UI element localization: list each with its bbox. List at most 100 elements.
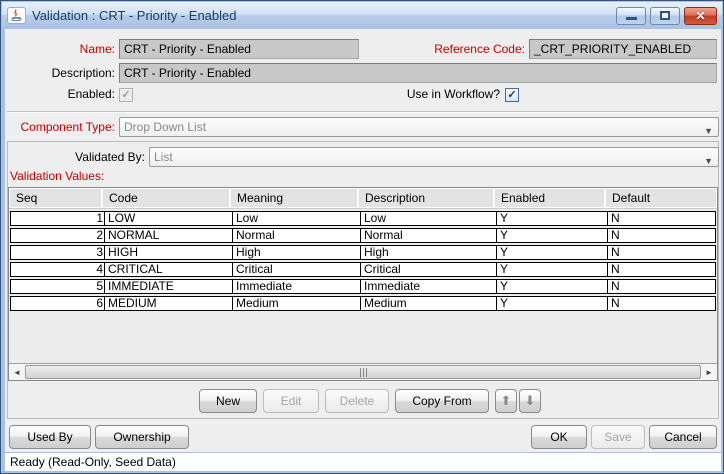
component-type-value: Drop Down List bbox=[124, 120, 206, 134]
enabled-label: Enabled: bbox=[5, 86, 115, 102]
table-row[interactable]: 1LOWLowLowYN bbox=[10, 211, 716, 226]
table-cell: Immediate bbox=[232, 280, 360, 293]
used-by-button[interactable]: Used By bbox=[9, 425, 91, 449]
table-cell: HIGH bbox=[104, 246, 232, 259]
column-header-meaning[interactable]: Meaning bbox=[231, 189, 357, 207]
maximize-button[interactable] bbox=[650, 7, 680, 25]
check-icon: ✓ bbox=[121, 89, 130, 101]
table-cell: Medium bbox=[232, 297, 360, 310]
enabled-checkbox: ✓ bbox=[119, 88, 133, 102]
table-row[interactable]: 3HIGHHighHighYN bbox=[10, 245, 716, 260]
reference-code-field: _CRT_PRIORITY_ENABLED bbox=[529, 39, 717, 59]
description-label: Description: bbox=[5, 63, 115, 83]
grip-icon bbox=[363, 368, 364, 377]
table-cell: CRITICAL bbox=[104, 263, 232, 276]
table-cell: N bbox=[607, 246, 715, 259]
arrow-down-icon: ⬇ bbox=[525, 393, 536, 408]
column-header-enabled[interactable]: Enabled bbox=[495, 189, 604, 207]
validation-dialog: Validation : CRT - Priority - Enabled ✕ … bbox=[0, 0, 724, 474]
status-bar: Ready (Read-Only, Seed Data) bbox=[5, 452, 721, 471]
table-cell: Normal bbox=[232, 229, 360, 242]
use-in-workflow-label: Use in Workflow? bbox=[315, 86, 500, 102]
table-cell: Immediate bbox=[360, 280, 496, 293]
table-row[interactable]: 6MEDIUMMediumMediumYN bbox=[10, 296, 716, 311]
table-cell: High bbox=[360, 246, 496, 259]
table-cell: Normal bbox=[360, 229, 496, 242]
chevron-down-icon: ▼ bbox=[704, 152, 713, 167]
table-body: 1LOWLowLowYN2NORMALNormalNormalYN3HIGHHi… bbox=[9, 209, 717, 363]
horizontal-scrollbar[interactable]: ◄ ► bbox=[9, 363, 717, 380]
scroll-right-icon: ► bbox=[705, 368, 713, 377]
validated-by-label: Validated By: bbox=[5, 147, 145, 167]
column-header-code[interactable]: Code bbox=[103, 189, 229, 207]
ownership-button[interactable]: Ownership bbox=[95, 425, 189, 449]
table-cell: Y bbox=[496, 280, 607, 293]
maximize-icon bbox=[660, 11, 670, 20]
table-cell: N bbox=[607, 280, 715, 293]
new-button[interactable]: New bbox=[199, 389, 257, 413]
arrow-up-icon: ⬆ bbox=[501, 393, 512, 408]
component-type-dropdown: Drop Down List ▼ bbox=[119, 117, 719, 137]
separator bbox=[7, 111, 719, 113]
table-cell: Critical bbox=[360, 263, 496, 276]
table-cell: Critical bbox=[232, 263, 360, 276]
window-title: Validation : CRT - Priority - Enabled bbox=[32, 8, 236, 23]
use-in-workflow-checkbox[interactable]: ✓ bbox=[505, 88, 519, 102]
move-up-button[interactable]: ⬆ bbox=[495, 389, 517, 413]
column-header-description[interactable]: Description bbox=[359, 189, 493, 207]
chevron-down-icon: ▼ bbox=[704, 122, 713, 137]
validated-by-value: List bbox=[154, 150, 173, 164]
edit-button: Edit bbox=[263, 389, 319, 413]
table-cell: N bbox=[607, 229, 715, 242]
column-header-seq[interactable]: Seq bbox=[10, 189, 101, 207]
component-type-label: Component Type: bbox=[5, 117, 115, 137]
copy-from-button[interactable]: Copy From bbox=[395, 389, 489, 413]
table-header: SeqCodeMeaningDescriptionEnabledDefault bbox=[9, 188, 717, 209]
name-label: Name: bbox=[5, 39, 115, 59]
title-bar[interactable]: Validation : CRT - Priority - Enabled ✕ bbox=[2, 2, 722, 29]
table-cell: NORMAL bbox=[104, 229, 232, 242]
validation-values-table: SeqCodeMeaningDescriptionEnabledDefault … bbox=[8, 187, 718, 381]
table-cell: N bbox=[607, 297, 715, 310]
reference-code-label: Reference Code: bbox=[359, 39, 525, 59]
table-cell: Medium bbox=[360, 297, 496, 310]
close-icon: ✕ bbox=[695, 10, 705, 22]
minimize-button[interactable] bbox=[616, 7, 646, 25]
name-field: CRT - Priority - Enabled bbox=[119, 39, 359, 59]
validated-by-dropdown: List ▼ bbox=[149, 147, 719, 167]
close-button[interactable]: ✕ bbox=[684, 7, 717, 25]
table-cell: Y bbox=[496, 263, 607, 276]
ok-button[interactable]: OK bbox=[531, 425, 587, 449]
table-cell: 4 bbox=[11, 263, 104, 276]
table-cell: MEDIUM bbox=[104, 297, 232, 310]
table-cell: Low bbox=[232, 212, 360, 225]
table-row[interactable]: 4CRITICALCriticalCriticalYN bbox=[10, 262, 716, 277]
description-field: CRT - Priority - Enabled bbox=[119, 63, 717, 83]
table-cell: 5 bbox=[11, 280, 104, 293]
delete-button: Delete bbox=[325, 389, 389, 413]
table-cell: Y bbox=[496, 229, 607, 242]
minimize-icon bbox=[626, 17, 637, 20]
validation-values-label: Validation Values: bbox=[10, 168, 210, 184]
table-cell: N bbox=[607, 212, 715, 225]
column-header-default[interactable]: Default bbox=[606, 189, 716, 207]
dialog-content: Name: CRT - Priority - Enabled Reference… bbox=[5, 29, 721, 471]
move-down-button[interactable]: ⬇ bbox=[519, 389, 541, 413]
grip-icon bbox=[366, 368, 367, 377]
table-row[interactable]: 2NORMALNormalNormalYN bbox=[10, 228, 716, 243]
table-row[interactable]: 5IMMEDIATEImmediateImmediateYN bbox=[10, 279, 716, 294]
table-cell: High bbox=[232, 246, 360, 259]
check-icon: ✓ bbox=[507, 89, 516, 101]
table-cell: Y bbox=[496, 212, 607, 225]
java-coffee-icon bbox=[7, 7, 26, 24]
table-cell: 6 bbox=[11, 297, 104, 310]
table-cell: Low bbox=[360, 212, 496, 225]
scroll-left-icon: ◄ bbox=[13, 368, 21, 377]
table-cell: N bbox=[607, 263, 715, 276]
table-cell: 2 bbox=[11, 229, 104, 242]
scrollbar-thumb[interactable] bbox=[25, 365, 701, 379]
scroll-right-button[interactable]: ► bbox=[701, 364, 717, 380]
cancel-button[interactable]: Cancel bbox=[649, 425, 717, 449]
table-cell: 1 bbox=[11, 212, 104, 225]
scroll-left-button[interactable]: ◄ bbox=[9, 364, 25, 380]
